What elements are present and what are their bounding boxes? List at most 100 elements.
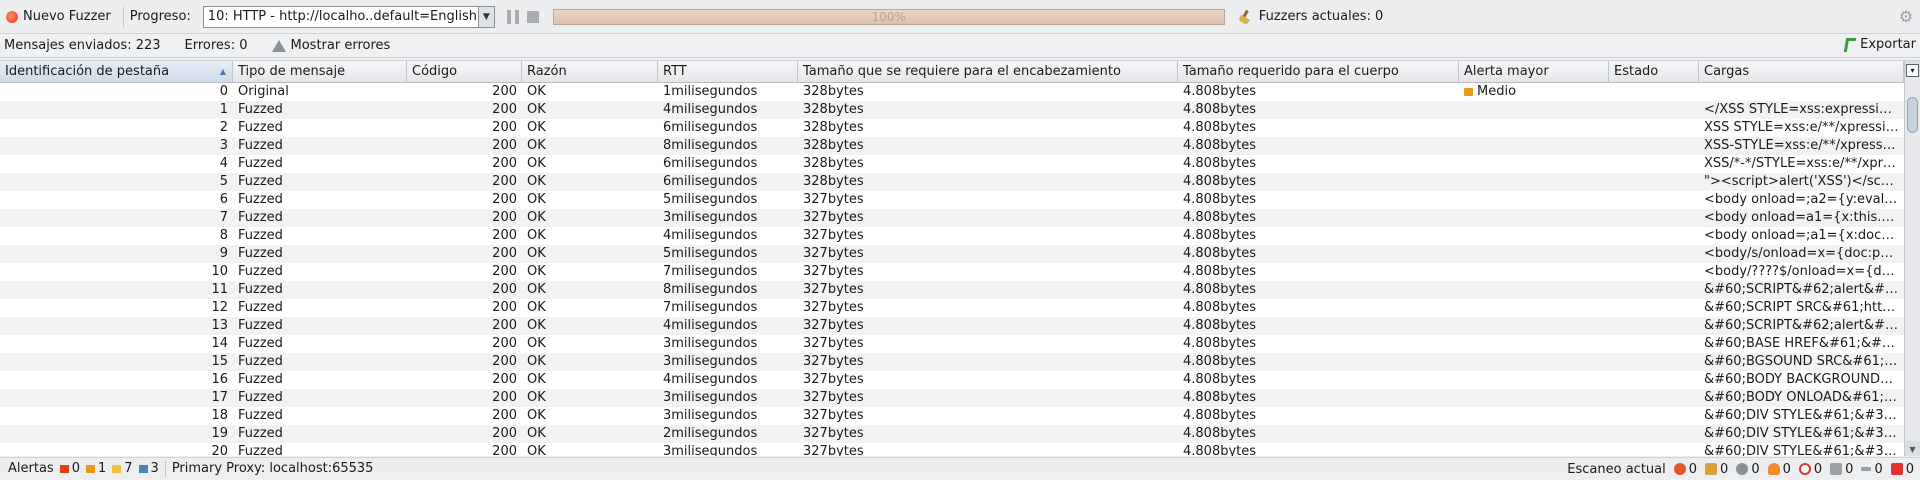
row-highest-alert — [1459, 191, 1609, 209]
row-message-type: Fuzzed — [238, 426, 283, 441]
export-button[interactable]: Exportar — [1843, 37, 1916, 52]
row-tab-id: 9 — [219, 246, 228, 261]
column-header-payloads[interactable]: Cargas — [1699, 61, 1904, 82]
table-row[interactable]: 13 Fuzzed 200 OK 4milisegundos 327bytes 4.808b… — [0, 317, 1920, 335]
row-body-size: 4.808bytes — [1183, 354, 1257, 369]
scroll-down-icon[interactable]: ▼ — [1905, 441, 1920, 456]
row-tab-id: 4 — [219, 156, 228, 171]
column-header-message-type[interactable]: Tipo de mensaje — [233, 61, 407, 82]
fuzzer-select[interactable]: 10: HTTP - http://localho..default=Engli… — [202, 5, 495, 28]
table-row[interactable]: 14 Fuzzed 200 OK 3milisegundos 327bytes 4.808b… — [0, 335, 1920, 353]
row-highest-alert — [1459, 389, 1609, 407]
row-highest-alert — [1459, 371, 1609, 389]
row-tab-id: 8 — [219, 228, 228, 243]
pause-icon[interactable] — [506, 9, 519, 24]
status-separator — [164, 460, 166, 477]
status-bar: Alertas 0 1 7 3 Primary Proxy: localhost… — [0, 457, 1920, 479]
progress-bar: 100% — [552, 8, 1225, 25]
table-row[interactable]: 12 Fuzzed 200 OK 7milisegundos 327bytes 4.808b… — [0, 299, 1920, 317]
row-state — [1609, 101, 1699, 119]
fuzzer-count: 0 — [1782, 461, 1791, 477]
table-row[interactable]: 0 Original 200 OK 1milisegundos 328bytes 4.808… — [0, 83, 1920, 101]
row-tab-id: 0 — [219, 84, 228, 99]
row-rtt: 3milisegundos — [663, 210, 758, 225]
forced-browse-count: 0 — [1874, 461, 1883, 477]
row-code: 200 — [492, 246, 517, 261]
row-body-size: 4.808bytes — [1183, 264, 1257, 279]
table-row[interactable]: 20 Fuzzed 200 OK 3milisegundos 327bytes 4.808b… — [0, 443, 1920, 456]
column-picker-icon[interactable]: ▾ — [1906, 64, 1919, 77]
broom-icon[interactable] — [1239, 10, 1253, 24]
table-row[interactable]: 3 Fuzzed 200 OK 8milisegundos 328bytes 4.808by… — [0, 137, 1920, 155]
row-header-size: 327bytes — [803, 408, 864, 423]
gear-icon[interactable]: ⚙ — [1898, 9, 1914, 25]
flame-icon — [1767, 463, 1780, 475]
row-payload: &#60;BASE HREF&#61;&#3... — [1704, 336, 1903, 351]
column-header-state[interactable]: Estado — [1609, 61, 1699, 82]
column-header-header-size[interactable]: Tamaño que se requiere para el encabezam… — [798, 61, 1178, 82]
row-payload: &#60;DIV STYLE&#61;&#34;... — [1704, 408, 1904, 423]
row-highest-alert — [1459, 119, 1609, 137]
table-row[interactable]: 2 Fuzzed 200 OK 6milisegundos 328bytes 4.808by… — [0, 119, 1920, 137]
row-code: 200 — [492, 210, 517, 225]
messages-sent: Mensajes enviados: 223 — [4, 38, 161, 53]
table-row[interactable]: 17 Fuzzed 200 OK 3milisegundos 327bytes 4.808b… — [0, 389, 1920, 407]
column-header-highest-alert[interactable]: Alerta mayor — [1459, 61, 1609, 82]
stop-icon[interactable] — [526, 10, 539, 23]
column-header-body-size[interactable]: Tamaño requerido para el cuerpo — [1178, 61, 1459, 82]
row-state — [1609, 299, 1699, 317]
column-header-reason[interactable]: Razón — [522, 61, 658, 82]
low-alert-count: 7 — [124, 461, 133, 476]
table-row[interactable]: 4 Fuzzed 200 OK 6milisegundos 328bytes 4.808by… — [0, 155, 1920, 173]
table-row[interactable]: 11 Fuzzed 200 OK 8milisegundos 327bytes 4.808b… — [0, 281, 1920, 299]
row-header-size: 327bytes — [803, 228, 864, 243]
row-code: 200 — [492, 228, 517, 243]
toolbar-separator — [122, 6, 124, 27]
bug-icon — [1890, 463, 1903, 475]
row-reason: OK — [527, 372, 546, 387]
row-reason: OK — [527, 318, 546, 333]
row-message-type: Fuzzed — [238, 354, 283, 369]
table-row[interactable]: 8 Fuzzed 200 OK 4milisegundos 327bytes 4.808by… — [0, 227, 1920, 245]
row-state — [1609, 119, 1699, 137]
row-header-size: 327bytes — [803, 264, 864, 279]
row-tab-id: 19 — [211, 426, 228, 441]
row-highest-alert — [1459, 353, 1609, 371]
medium-alert-count: 1 — [97, 461, 107, 476]
table-row[interactable]: 18 Fuzzed 200 OK 3milisegundos 327bytes 4.808b… — [0, 407, 1920, 425]
table-row[interactable]: 15 Fuzzed 200 OK 3milisegundos 327bytes 4.808b… — [0, 353, 1920, 371]
column-header-tab-id[interactable]: Identificación de pestaña ▲ — [0, 61, 233, 82]
row-reason: OK — [527, 444, 546, 456]
vertical-scrollbar[interactable]: ▲ ▼ — [1904, 61, 1920, 456]
info-alert-count: 3 — [150, 461, 159, 476]
row-body-size: 4.808bytes — [1183, 408, 1257, 423]
current-fuzzers-label: Fuzzers actuales: 0 — [1258, 9, 1384, 24]
table-row[interactable]: 5 Fuzzed 200 OK 6milisegundos 328bytes 4.808by… — [0, 173, 1920, 191]
table-row[interactable]: 6 Fuzzed 200 OK 5milisegundos 327bytes 4.808by… — [0, 191, 1920, 209]
table-row[interactable]: 16 Fuzzed 200 OK 4milisegundos 327bytes 4.808b… — [0, 371, 1920, 389]
row-code: 200 — [492, 156, 517, 171]
row-reason: OK — [527, 228, 546, 243]
scrollbar-thumb[interactable] — [1907, 97, 1918, 133]
row-payload: <body/????$/onload=x={doc... — [1704, 264, 1904, 279]
column-header-code[interactable]: Código — [407, 61, 522, 82]
row-rtt: 3milisegundos — [663, 354, 758, 369]
fuzzer-toolbar: Nuevo Fuzzer Progreso: 10: HTTP - http:/… — [0, 0, 1920, 34]
passive-scan-count: 0 — [1751, 461, 1760, 477]
table-row[interactable]: 7 Fuzzed 200 OK 3milisegundos 327bytes 4.808by… — [0, 209, 1920, 227]
row-header-size: 328bytes — [803, 174, 864, 189]
table-row[interactable]: 9 Fuzzed 200 OK 5milisegundos 327bytes 4.808by… — [0, 245, 1920, 263]
column-header-rtt[interactable]: RTT — [658, 61, 798, 82]
table-row[interactable]: 19 Fuzzed 200 OK 2milisegundos 327bytes 4.808b… — [0, 425, 1920, 443]
table-row[interactable]: 1 Fuzzed 200 OK 4milisegundos 328bytes 4.808by… — [0, 101, 1920, 119]
chevron-down-icon[interactable]: ▼ — [477, 6, 494, 27]
export-icon — [1843, 37, 1857, 52]
row-message-type: Fuzzed — [238, 102, 283, 117]
row-tab-id: 16 — [211, 372, 228, 387]
row-header-size: 328bytes — [803, 84, 864, 99]
row-tab-id: 7 — [219, 210, 228, 225]
show-errors-button[interactable]: Mostrar errores — [271, 38, 390, 53]
row-reason: OK — [527, 426, 546, 441]
table-row[interactable]: 10 Fuzzed 200 OK 7milisegundos 327bytes 4.808b… — [0, 263, 1920, 281]
new-fuzzer-button[interactable]: Nuevo Fuzzer — [6, 9, 111, 24]
